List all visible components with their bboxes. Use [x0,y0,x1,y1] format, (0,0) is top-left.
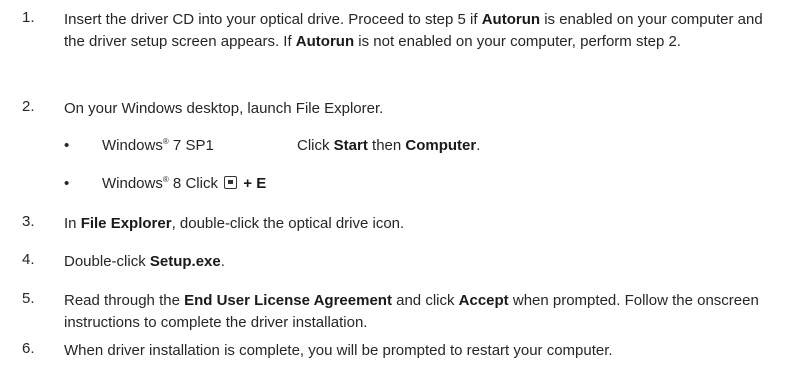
step-text: On your Windows desktop, launch File Exp… [64,100,384,117]
file-explorer-keyword: File Explorer [80,215,172,232]
start-keyword: Start [333,137,368,154]
os-label: Windows® 7 SP1 [102,137,214,154]
step-number: 5. [22,290,35,307]
installation-instructions: 1. Insert the driver CD into your optica… [0,0,794,366]
step-text: Insert the driver CD into your optical d… [64,11,763,50]
step-number: 4. [22,251,35,268]
autorun-keyword: Autorun [481,11,541,28]
computer-keyword: Computer [405,137,477,154]
setup-exe-keyword: Setup.exe [149,253,221,270]
step-number: 1. [22,9,35,26]
step-text: In File Explorer, double-click the optic… [64,215,405,232]
step-number: 6. [22,340,35,357]
step-number: 3. [22,213,35,230]
bullet: • [64,175,70,192]
os-instruction: Click Start then Computer. [297,137,481,154]
windows-key-icon [224,176,238,189]
eula-keyword: End User License Agreement [184,292,392,309]
autorun-keyword: Autorun [295,33,355,50]
step-text: When driver installation is complete, yo… [64,342,613,359]
accept-keyword: Accept [458,292,509,309]
step-text: Double-click Setup.exe. [64,253,225,270]
step-text: Read through the End User License Agreem… [64,292,759,331]
step-number: 2. [22,98,35,115]
os-instruction: Windows® 8 Click + E [102,175,267,192]
bullet: • [64,137,70,154]
shortcut-key: + E [243,175,267,192]
